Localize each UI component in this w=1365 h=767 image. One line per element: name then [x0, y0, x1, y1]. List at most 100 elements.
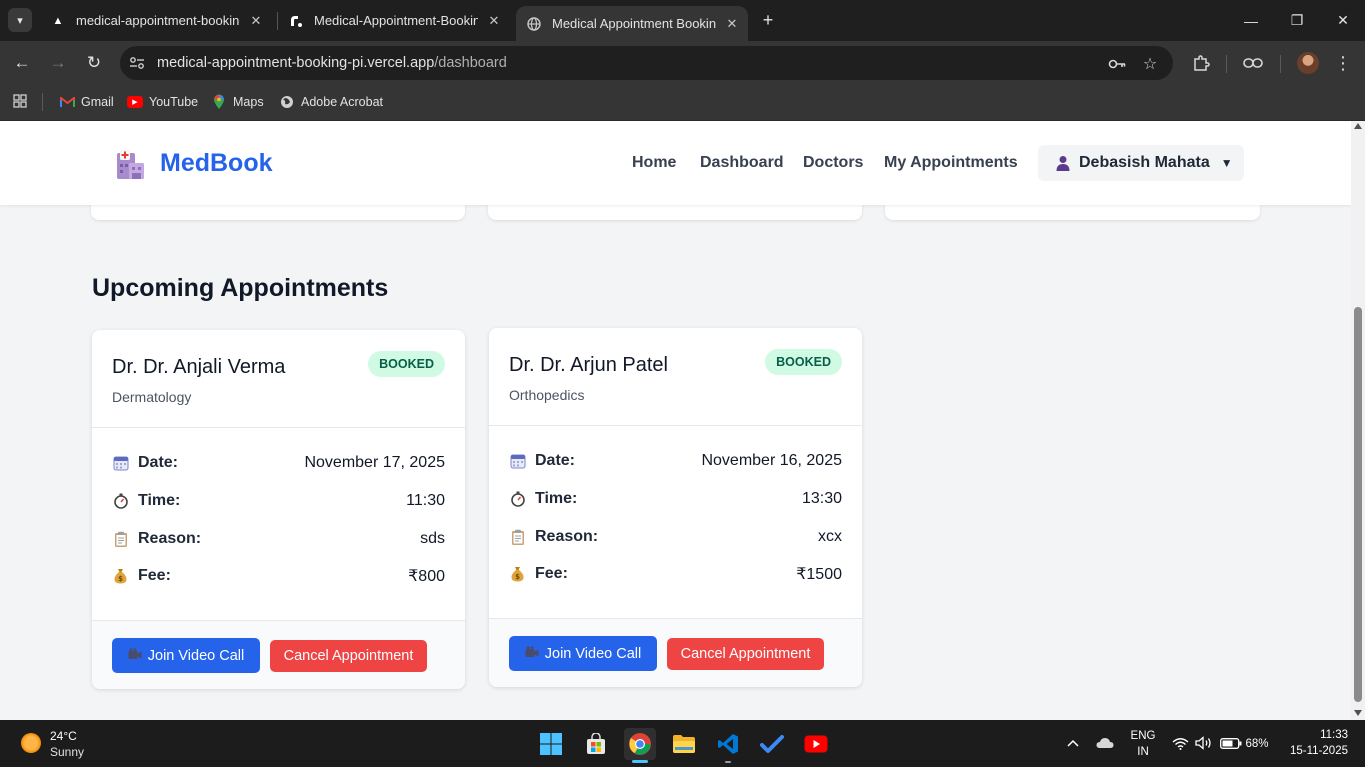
scroll-up-arrow-icon[interactable]: [1354, 123, 1362, 129]
toolbar-separator: [1280, 55, 1281, 73]
bookmark-adobe-acrobat[interactable]: Adobe Acrobat: [279, 91, 383, 113]
battery-percent[interactable]: 68%: [1243, 738, 1271, 750]
wifi-icon[interactable]: [1171, 734, 1189, 752]
gmail-icon: [59, 94, 75, 110]
fee-row: $ Fee: ₹1500: [509, 563, 842, 585]
clock-time[interactable]: 11:33: [1306, 729, 1348, 741]
appointment-time: 13:30: [801, 490, 842, 507]
link-icon[interactable]: [1241, 51, 1265, 75]
site-logo[interactable]: MedBook: [160, 149, 273, 178]
bookmark-separator: [42, 93, 43, 111]
restore-icon[interactable]: ❐: [1274, 0, 1320, 41]
appointment-actions: Join Video Call Cancel Appointment: [92, 620, 465, 689]
youtube-icon[interactable]: [800, 728, 832, 760]
tab-search-icon[interactable]: ▾: [8, 8, 32, 32]
join-video-call-button[interactable]: Join Video Call: [509, 636, 657, 671]
join-video-call-button[interactable]: Join Video Call: [112, 638, 260, 673]
appointment-time: 11:30: [406, 492, 445, 509]
cancel-appointment-button[interactable]: Cancel Appointment: [667, 638, 824, 670]
sun-icon[interactable]: [21, 733, 41, 753]
close-icon[interactable]: ✕: [246, 11, 266, 31]
user-icon: [1056, 155, 1070, 171]
bookmark-star-icon[interactable]: ☆: [1140, 54, 1160, 74]
svg-text:$: $: [118, 575, 123, 583]
date-row: Date: November 16, 2025: [509, 450, 842, 472]
tab-render[interactable]: Medical-Appointment-Booking ✕: [278, 0, 510, 41]
todo-checkmark-icon[interactable]: [756, 728, 788, 760]
toolbar-separator: [1226, 55, 1227, 73]
url-text[interactable]: medical-appointment-booking-pi.vercel.ap…: [157, 55, 507, 71]
stopwatch-icon: [112, 493, 129, 510]
weather-description[interactable]: Sunny: [50, 745, 84, 759]
windows-start-icon[interactable]: [535, 728, 567, 760]
hospital-logo-icon[interactable]: [115, 149, 145, 181]
nav-dashboard[interactable]: Dashboard: [700, 154, 784, 172]
user-menu-button[interactable]: Debasish Mahata ▼: [1038, 145, 1244, 181]
chevron-up-icon[interactable]: [1066, 734, 1080, 752]
bookmark-maps[interactable]: Maps: [211, 91, 264, 113]
volume-icon[interactable]: [1195, 734, 1213, 752]
appointment-reason: xcx: [818, 528, 842, 545]
scrollbar-thumb[interactable]: [1354, 307, 1362, 702]
password-key-icon[interactable]: [1107, 54, 1127, 74]
tab-vercel[interactable]: ▲ medical-appointment-booking ✕: [40, 0, 272, 41]
bookmark-gmail[interactable]: Gmail: [59, 91, 114, 113]
nav-my-appointments[interactable]: My Appointments: [884, 154, 1018, 172]
clipboard-icon: [509, 529, 526, 546]
vercel-triangle-icon: ▲: [52, 14, 64, 27]
back-icon[interactable]: ←: [10, 51, 34, 75]
window-close-icon[interactable]: ✕: [1320, 0, 1365, 41]
appointment-date: November 17, 2025: [304, 454, 445, 471]
vscode-icon[interactable]: [712, 728, 744, 760]
extensions-icon[interactable]: [1189, 51, 1213, 75]
chrome-icon[interactable]: [624, 728, 656, 760]
reason-row: Reason: xcx: [509, 526, 842, 548]
maps-pin-icon: [211, 94, 227, 110]
site-header: MedBook Home Dashboard Doctors My Appoin…: [0, 121, 1351, 205]
doctor-name: Dr. Dr. Anjali Verma: [112, 356, 286, 378]
weather-temperature[interactable]: 24°C: [50, 729, 77, 743]
onedrive-cloud-icon[interactable]: [1095, 734, 1115, 752]
windows-taskbar: 24°C Sunny ENG IN 68% 11:33 15-11-2025: [0, 720, 1365, 767]
bookmark-youtube[interactable]: ▶ YouTube: [127, 91, 198, 113]
bookmarks-bar: Gmail ▶ YouTube Maps Adobe Acrobat: [0, 85, 1365, 121]
site-info-icon[interactable]: [128, 54, 146, 72]
stopwatch-icon: [509, 491, 526, 508]
address-bar[interactable]: medical-appointment-booking-pi.vercel.ap…: [120, 46, 1173, 80]
file-explorer-icon[interactable]: [668, 728, 700, 760]
language-indicator[interactable]: ENG: [1129, 730, 1157, 742]
forward-icon[interactable]: →: [46, 51, 70, 75]
doctor-name: Dr. Dr. Arjun Patel: [509, 354, 668, 376]
tab-medical-appointment[interactable]: Medical Appointment Booking ✕: [516, 6, 748, 41]
close-icon[interactable]: ✕: [722, 14, 742, 34]
nav-home[interactable]: Home: [632, 154, 676, 172]
browser-toolbar: ← → ↻ medical-appointment-booking-pi.ver…: [0, 41, 1365, 85]
nav-doctors[interactable]: Doctors: [803, 154, 863, 172]
apps-grid-icon[interactable]: [11, 92, 29, 110]
svg-text:$: $: [515, 573, 520, 581]
page-viewport: MedBook Home Dashboard Doctors My Appoin…: [0, 121, 1351, 720]
appointment-fee: ₹800: [408, 568, 445, 585]
page-scrollbar[interactable]: [1351, 121, 1365, 720]
date-row: Date: November 17, 2025: [112, 452, 445, 474]
money-bag-icon: $: [509, 566, 526, 583]
appointment-card: Dr. Dr. Arjun Patel Orthopedics BOOKED D…: [489, 328, 862, 687]
language-region[interactable]: IN: [1129, 746, 1157, 758]
doctor-specialty: Orthopedics: [509, 387, 585, 403]
minimize-icon[interactable]: —: [1228, 0, 1274, 41]
appointment-card-header: Dr. Dr. Arjun Patel Orthopedics BOOKED: [489, 328, 862, 426]
more-menu-icon[interactable]: ⋮: [1331, 51, 1355, 75]
reload-icon[interactable]: ↻: [82, 51, 106, 75]
calendar-icon: [509, 453, 526, 470]
close-icon[interactable]: ✕: [484, 11, 504, 31]
scroll-down-arrow-icon[interactable]: [1354, 710, 1362, 716]
active-app-indicator: [632, 760, 648, 763]
new-tab-icon[interactable]: +: [757, 9, 779, 31]
microsoft-store-icon[interactable]: [580, 728, 612, 760]
battery-icon[interactable]: [1220, 734, 1242, 752]
clock-date[interactable]: 15-11-2025: [1284, 745, 1348, 757]
video-camera-icon: [128, 648, 142, 663]
profile-avatar[interactable]: [1297, 52, 1319, 74]
open-app-indicator: [725, 761, 731, 763]
cancel-appointment-button[interactable]: Cancel Appointment: [270, 640, 427, 672]
